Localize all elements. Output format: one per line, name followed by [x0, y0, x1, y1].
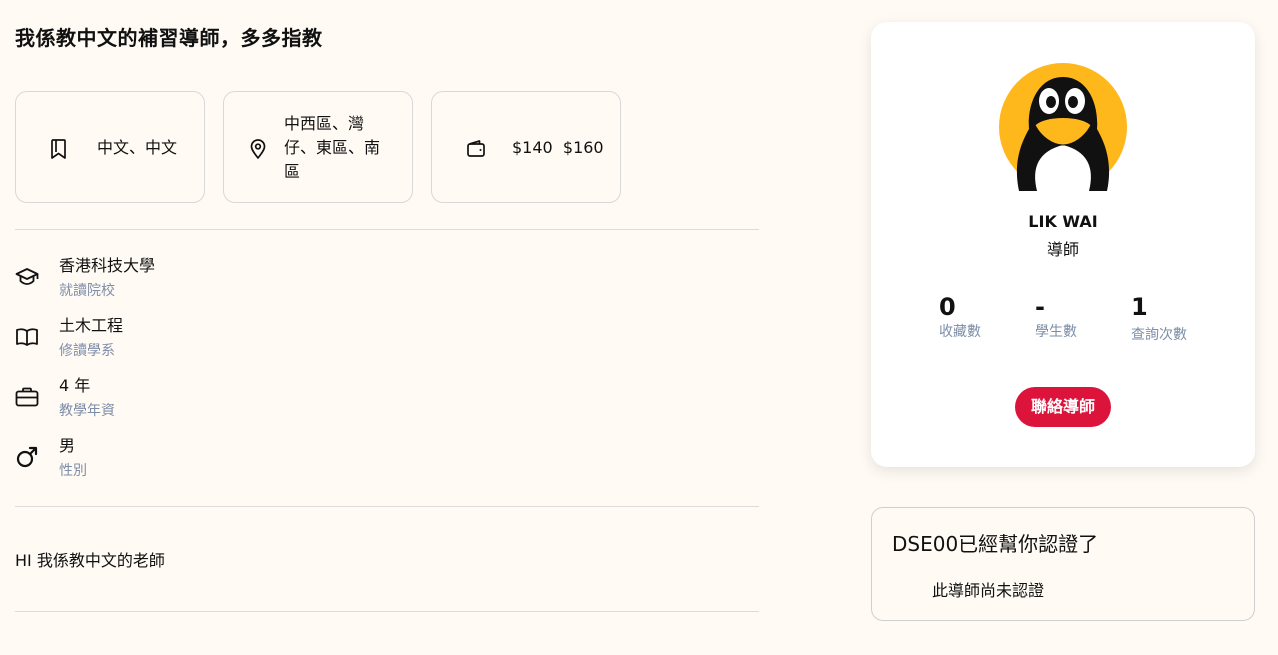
fees-text: $140 $160 — [512, 138, 604, 157]
experience-value: 4 年 — [59, 376, 91, 395]
districts-text: 中西區、灣仔、東區、南區 — [284, 114, 381, 181]
stat-inquiries: 1 查詢次數 — [1131, 292, 1187, 345]
tutor-profile-page: 我係教中文的補習導師，多多指教 中文、中文 中西區、灣仔、東區、南區 $140 … — [0, 0, 1278, 655]
stat-value: 1 — [1131, 293, 1148, 321]
major-value: 土木工程 — [59, 316, 124, 335]
male-icon — [15, 445, 39, 469]
avatar — [999, 63, 1127, 191]
page-title: 我係教中文的補習導師，多多指教 — [15, 26, 323, 50]
wallet-icon — [466, 138, 486, 160]
divider — [15, 506, 759, 507]
divider — [15, 229, 759, 230]
verification-status: 此導師尚未認證 — [932, 581, 1045, 600]
major-label: 修讀學系 — [59, 343, 115, 359]
stat-students: - 學生數 — [1035, 292, 1077, 342]
school-label: 就讀院校 — [59, 283, 115, 299]
experience-label: 教學年資 — [59, 403, 115, 419]
bio-text: HI 我係教中文的老師 — [15, 551, 165, 570]
info-row-school: 香港科技大學 就讀院校 — [15, 254, 415, 310]
stat-value: 0 — [939, 293, 956, 321]
graduation-cap-icon — [15, 265, 39, 289]
stat-label: 學生數 — [1035, 324, 1077, 340]
districts-card: 中西區、灣仔、東區、南區 — [223, 91, 413, 203]
info-row-gender: 男 性別 — [15, 434, 415, 490]
bookmark-icon — [50, 138, 70, 160]
info-row-major: 土木工程 修讀學系 — [15, 314, 415, 370]
subjects-text: 中文、中文 — [97, 138, 178, 157]
book-icon — [15, 325, 39, 349]
divider — [15, 611, 759, 612]
gender-value: 男 — [59, 436, 76, 455]
profile-card: LIK WAI 導師 0 收藏數 - 學生數 1 查詢次數 聯絡導師 — [871, 22, 1255, 467]
verification-title: DSE00已經幫你認證了 — [892, 532, 1099, 556]
briefcase-icon — [15, 385, 39, 409]
stat-label: 查詢次數 — [1131, 327, 1187, 343]
tutor-role: 導師 — [1046, 240, 1079, 259]
fees-card: $140 $160 — [431, 91, 621, 203]
contact-tutor-button[interactable]: 聯絡導師 — [1015, 387, 1111, 427]
stat-label: 收藏數 — [939, 324, 981, 340]
gender-label: 性別 — [59, 463, 87, 479]
subjects-card: 中文、中文 — [15, 91, 205, 203]
location-pin-icon — [248, 138, 268, 160]
info-row-experience: 4 年 教學年資 — [15, 374, 415, 430]
stat-favorites: 0 收藏數 — [939, 292, 981, 342]
verification-card: DSE00已經幫你認證了 此導師尚未認證 — [871, 507, 1255, 621]
stat-value: - — [1035, 293, 1045, 321]
school-value: 香港科技大學 — [59, 256, 156, 275]
tutor-name: LIK WAI — [1028, 212, 1098, 231]
